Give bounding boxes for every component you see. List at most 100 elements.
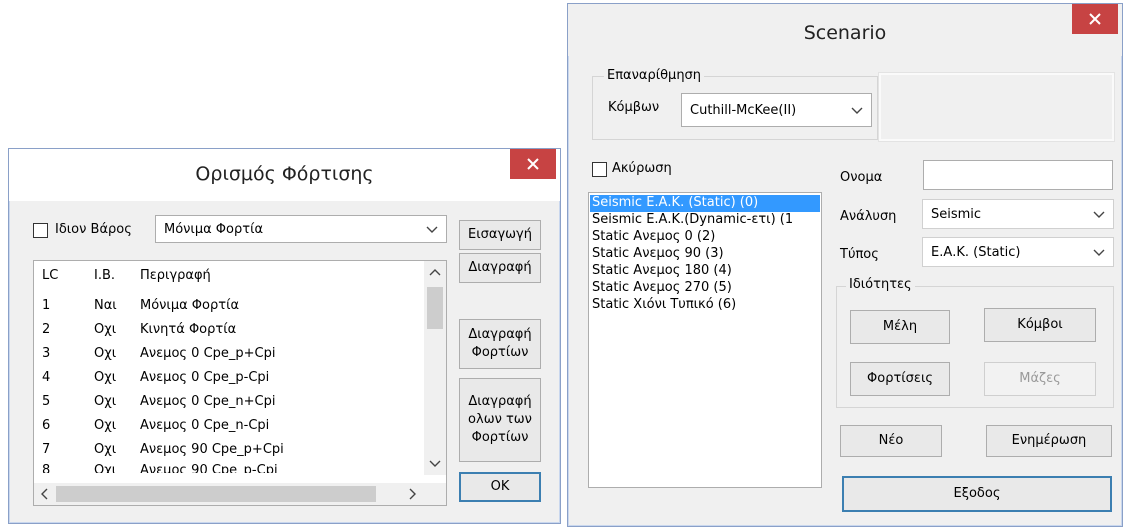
preview-panel <box>878 72 1115 142</box>
exit-label: Εξοδος <box>953 486 1001 501</box>
title-bar: Ορισμός Φόρτισης <box>9 149 560 201</box>
cell-ib: Οχι <box>94 321 117 337</box>
cell-description: Ανεμος 0 Cpe_n+Cpi <box>140 393 276 409</box>
name-label: Ονομα <box>840 170 883 185</box>
delete-button[interactable]: Διαγραφή <box>459 253 541 283</box>
self-weight-checkbox[interactable] <box>33 223 48 238</box>
nodes-renumbering-value: Cuthill-McKee(II) <box>690 102 797 118</box>
list-item[interactable]: Seismic Ε.Α.Κ. (Static) (0) <box>590 195 820 212</box>
type-select[interactable]: Ε.Α.Κ. (Static) <box>922 237 1114 267</box>
scroll-thumb[interactable] <box>427 287 443 329</box>
cell-ib: Οχι <box>94 417 117 433</box>
cancel-checkbox[interactable] <box>592 162 607 177</box>
nodes-button[interactable]: Κόμβοι <box>984 308 1096 342</box>
load-case-table[interactable]: LC I.B. Περιγραφή 1 Ναι Μόνιμα Φορτία 2 Οχι… <box>33 260 447 506</box>
table-row[interactable]: 8 Οχι Ανεμος 90 Cpe_p-Cpi <box>34 461 424 473</box>
load-type-select[interactable]: Μόνιμα Φορτία <box>155 215 447 243</box>
table-row[interactable]: 2 Οχι Κινητά Φορτία <box>34 317 424 341</box>
cell-ib: Ναι <box>94 297 117 313</box>
nodes-button-label: Κόμβοι <box>1017 317 1063 332</box>
new-button[interactable]: Νέο <box>840 425 942 457</box>
list-item[interactable]: Static Ανεμος 180 (4) <box>590 263 820 280</box>
close-button[interactable] <box>1072 4 1118 34</box>
cell-ib: Οχι <box>94 345 117 361</box>
cell-description: Ανεμος 90 Cpe_p-Cpi <box>140 463 278 473</box>
cell-lc: 2 <box>42 321 51 337</box>
list-item[interactable]: Static Χιόνι Τυπικό (6) <box>590 297 820 314</box>
table-row[interactable]: 3 Οχι Ανεμος 0 Cpe_p+Cpi <box>34 341 424 365</box>
ok-label: OK <box>490 479 510 494</box>
analysis-select[interactable]: Seismic <box>922 199 1114 229</box>
vertical-scrollbar[interactable] <box>424 261 446 475</box>
delete-all-label-2: ολων των <box>468 412 532 427</box>
renumbering-group-title: Επαναρίθμηση <box>604 68 705 83</box>
list-item[interactable]: Static Ανεμος 270 (5) <box>590 280 820 297</box>
members-button[interactable]: Μέλη <box>850 310 950 344</box>
loads-button[interactable]: Φορτίσεις <box>850 362 950 396</box>
load-type-value: Μόνιμα Φορτία <box>164 221 264 237</box>
table-row[interactable]: 7 Οχι Ανεμος 90 Cpe_p+Cpi <box>34 437 424 461</box>
chevron-down-icon <box>851 107 863 114</box>
new-label: Νέο <box>878 433 904 448</box>
delete-all-label-3: Φορτίων <box>471 430 529 445</box>
delete-all-loads-button[interactable]: Διαγραφή ολων των Φορτίων <box>459 378 541 462</box>
scroll-right-icon[interactable] <box>404 486 420 502</box>
list-item[interactable]: Seismic Ε.Α.Κ.(Dynamic-ετι) (1 <box>590 212 820 229</box>
members-label: Μέλη <box>882 319 918 334</box>
masses-label: Μάζες <box>1019 371 1061 386</box>
list-item[interactable]: Static Ανεμος 0 (2) <box>590 229 820 246</box>
col-header-description[interactable]: Περιγραφή <box>140 268 211 283</box>
title-bar: Scenario <box>568 4 1122 56</box>
scroll-up-icon[interactable] <box>427 265 443 281</box>
nodes-renumbering-select[interactable]: Cuthill-McKee(II) <box>681 93 872 127</box>
delete-loads-button[interactable]: Διαγραφή Φορτίων <box>459 319 541 369</box>
cell-lc: 1 <box>42 297 51 313</box>
list-item-label: Static Χιόνι Τυπικό (6) <box>592 297 737 312</box>
list-item-label: Seismic Ε.Α.Κ. (Static) (0) <box>592 195 759 210</box>
scenario-list[interactable]: Seismic Ε.Α.Κ. (Static) (0) Seismic Ε.Α.… <box>588 192 822 488</box>
name-input[interactable] <box>923 160 1113 190</box>
analysis-label: Ανάλυση <box>840 209 897 224</box>
scrollbar-corner <box>424 483 446 505</box>
insert-button[interactable]: Εισαγωγή <box>459 220 541 250</box>
list-item[interactable]: Static Ανεμος 90 (3) <box>590 246 820 263</box>
exit-button[interactable]: Εξοδος <box>842 476 1112 512</box>
cell-description: Μόνιμα Φορτία <box>140 297 240 313</box>
update-label: Ενημέρωση <box>1011 433 1087 448</box>
col-header-lc[interactable]: LC <box>42 268 58 283</box>
ok-button[interactable]: OK <box>459 472 541 502</box>
cell-lc: 3 <box>42 345 51 361</box>
table-row[interactable]: 4 Οχι Ανεμος 0 Cpe_p-Cpi <box>34 365 424 389</box>
scroll-down-icon[interactable] <box>427 455 443 471</box>
cell-ib: Οχι <box>94 463 117 473</box>
dialog-title: Scenario <box>803 22 887 44</box>
loads-label: Φορτίσεις <box>867 371 933 386</box>
delete-all-label-1: Διαγραφή <box>468 394 532 409</box>
type-value: Ε.Α.Κ. (Static) <box>931 244 1021 260</box>
dialog-title: Ορισμός Φόρτισης <box>195 163 374 185</box>
horizontal-scrollbar[interactable] <box>34 483 426 505</box>
close-button[interactable] <box>510 149 556 179</box>
delete-label: Διαγραφή <box>468 260 532 275</box>
delete-loads-label-1: Διαγραφή <box>468 327 532 342</box>
table-header: LC I.B. Περιγραφή <box>34 261 424 289</box>
cell-ib: Οχι <box>94 393 117 409</box>
update-button[interactable]: Ενημέρωση <box>986 425 1112 457</box>
scroll-left-icon[interactable] <box>37 486 53 502</box>
list-item-label: Static Ανεμος 180 (4) <box>592 263 732 278</box>
table-row[interactable]: 6 Οχι Ανεμος 0 Cpe_n-Cpi <box>34 413 424 437</box>
self-weight-label: Ιδιον Βάρος <box>55 222 132 237</box>
cell-description: Ανεμος 0 Cpe_p-Cpi <box>140 369 270 385</box>
table-row[interactable]: 1 Ναι Μόνιμα Φορτία <box>34 293 424 317</box>
masses-button[interactable]: Μάζες <box>984 362 1096 396</box>
list-item-label: Static Ανεμος 0 (2) <box>592 229 716 244</box>
scroll-thumb-horizontal[interactable] <box>56 486 376 502</box>
type-label: Τύπος <box>840 247 879 262</box>
col-header-ib[interactable]: I.B. <box>94 268 115 283</box>
cell-description: Ανεμος 90 Cpe_p+Cpi <box>140 441 284 457</box>
table-row[interactable]: 5 Οχι Ανεμος 0 Cpe_n+Cpi <box>34 389 424 413</box>
close-icon <box>1089 13 1101 25</box>
list-item-label: Static Ανεμος 270 (5) <box>592 280 732 295</box>
cell-description: Ανεμος 0 Cpe_p+Cpi <box>140 345 276 361</box>
cell-lc: 5 <box>42 393 51 409</box>
